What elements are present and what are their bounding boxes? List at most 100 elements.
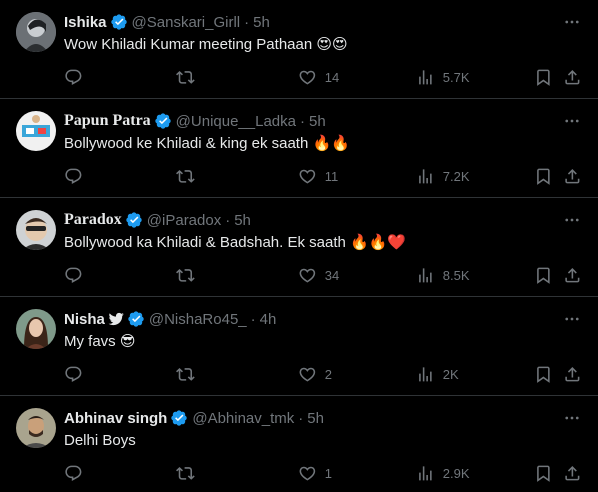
tweet-emojis: 😎 [119,333,136,350]
like-button[interactable]: 2 [298,365,332,384]
tweet[interactable]: Nisha @NishaRo45_ · 4h My favs 😎 2 2K [0,297,598,396]
author-name[interactable]: Papun Patra [64,112,151,130]
more-options-icon[interactable] [562,309,582,329]
verified-badge-icon [127,310,145,328]
author-handle[interactable]: @Sanskari_Girll [132,14,241,31]
timestamp[interactable]: 5h [307,410,324,427]
retweet-button[interactable] [176,365,203,384]
bookmark-button[interactable] [534,68,553,87]
timestamp[interactable]: 5h [309,113,326,130]
heart-icon [299,70,316,85]
tweet-emojis: 😍😍 [316,36,348,53]
verified-badge-icon [154,112,172,130]
retweet-icon [176,466,195,480]
tweet-text: Bollywood ka Khiladi & Badshah. Ek saath… [64,233,582,253]
timestamp[interactable]: 5h [234,212,251,229]
share-icon [565,366,580,382]
tweet-text: Bollywood ke Khiladi & king ek saath 🔥🔥 [64,134,582,154]
author-handle[interactable]: @iParadox [147,212,221,229]
timestamp[interactable]: 5h [253,14,270,31]
author-name[interactable]: Ishika [64,14,107,31]
tweet[interactable]: Ishika @Sanskari_Girll · 5h Wow Khiladi … [0,0,598,99]
views-chart-icon [419,366,432,382]
bookmark-icon [537,366,550,383]
bookmark-icon [537,69,550,86]
retweet-button[interactable] [176,68,203,87]
bookmark-button[interactable] [534,365,553,384]
retweet-button[interactable] [176,167,203,186]
views-button[interactable]: 2.9K [416,464,470,483]
author-handle[interactable]: @NishaRo45_ [149,311,247,328]
like-button[interactable]: 14 [298,68,339,87]
separator-dot: · [298,409,304,427]
views-button[interactable]: 7.2K [416,167,470,186]
avatar[interactable] [16,210,56,250]
author-handle[interactable]: @Abhinav_tmk [192,410,294,427]
reply-button[interactable] [64,266,91,285]
view-count: 8.5K [442,267,470,283]
tweet[interactable]: Papun Patra @Unique__Ladka · 5h Bollywoo… [0,99,598,198]
share-button[interactable] [563,266,582,285]
like-button[interactable]: 1 [298,464,332,483]
more-options-icon[interactable] [562,111,582,131]
retweet-icon [176,169,195,183]
share-button[interactable] [563,464,582,483]
tweet-feed: Ishika @Sanskari_Girll · 5h Wow Khiladi … [0,0,598,492]
author-handle[interactable]: @Unique__Ladka [176,113,296,130]
like-button[interactable]: 34 [298,266,339,285]
timestamp[interactable]: 4h [260,311,277,328]
bookmark-icon [537,267,550,284]
share-button[interactable] [563,68,582,87]
reply-button[interactable] [64,464,91,483]
view-count: 7.2K [442,168,470,184]
author-name[interactable]: Abhinav singh [64,410,167,427]
avatar[interactable] [16,309,56,349]
separator-dot: · [225,211,231,229]
share-icon [565,465,580,481]
views-chart-icon [419,69,432,85]
heart-icon [299,169,316,184]
avatar[interactable] [16,408,56,448]
avatar[interactable] [16,12,56,52]
retweet-button[interactable] [176,266,203,285]
tweet-text: Delhi Boys [64,431,582,451]
more-options-icon[interactable] [562,12,582,32]
like-count: 11 [324,168,339,184]
views-button[interactable]: 2K [416,365,459,384]
reply-icon [65,366,82,382]
more-options-icon[interactable] [562,408,582,428]
view-count: 5.7K [442,69,470,85]
reply-icon [65,465,82,481]
more-options-icon[interactable] [562,210,582,230]
separator-dot: · [300,112,305,130]
bookmark-button[interactable] [534,167,553,186]
tweet-text: My favs 😎 [64,332,582,352]
like-button[interactable]: 11 [298,167,338,186]
views-button[interactable]: 8.5K [416,266,470,285]
tweet-text-body: Wow Khiladi Kumar meeting Pathaan [64,36,313,53]
reply-button[interactable] [64,167,91,186]
share-icon [565,69,580,85]
reply-button[interactable] [64,68,91,87]
heart-icon [299,367,316,382]
bookmark-button[interactable] [534,266,553,285]
bookmark-button[interactable] [534,464,553,483]
avatar[interactable] [16,111,56,151]
views-button[interactable]: 5.7K [416,68,470,87]
tweet[interactable]: Abhinav singh @Abhinav_tmk · 5h Delhi Bo… [0,396,598,492]
author-name[interactable]: Paradox [64,211,122,229]
verified-badge-icon [170,409,188,427]
reply-button[interactable] [64,365,91,384]
views-chart-icon [419,168,432,184]
author-name[interactable]: Nisha [64,311,105,328]
verified-badge-icon [125,211,143,229]
tweet-text-body: Bollywood ka Khiladi & Badshah. Ek saath [64,234,346,251]
share-button[interactable] [563,365,582,384]
share-button[interactable] [563,167,582,186]
views-chart-icon [419,267,432,283]
like-count: 34 [324,267,340,283]
tweet-actions: 14 5.7K [64,66,582,88]
retweet-button[interactable] [176,464,203,483]
reply-icon [65,168,82,184]
tweet[interactable]: Paradox @iParadox · 5h Bollywood ka Khil… [0,198,598,297]
